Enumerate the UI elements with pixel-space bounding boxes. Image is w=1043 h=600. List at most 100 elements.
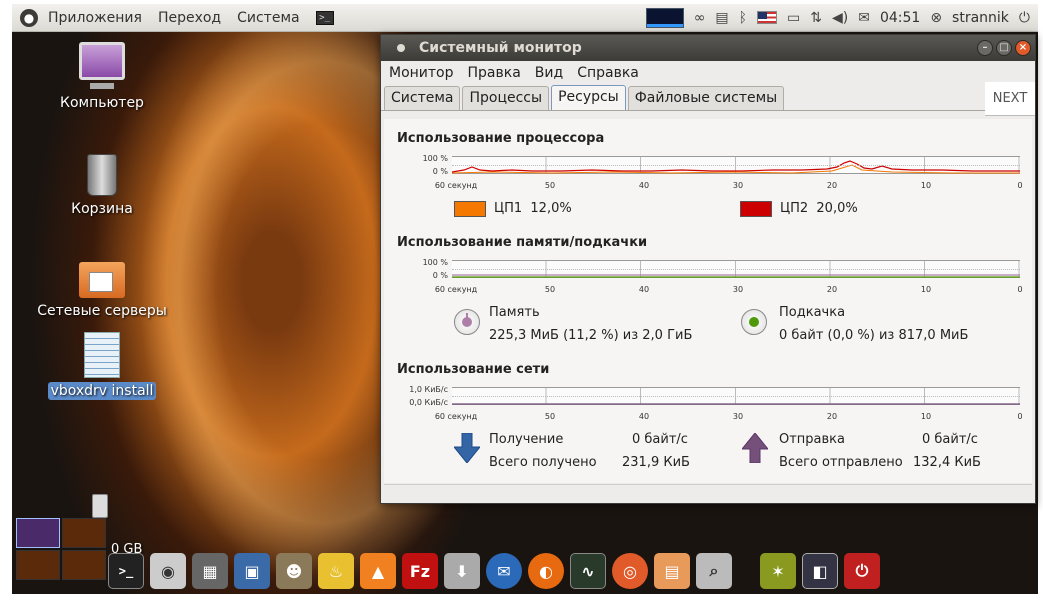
send-total: 132,4 КиБ	[913, 455, 981, 470]
menu-system[interactable]: Система	[237, 10, 299, 26]
send-arrow-icon[interactable]	[742, 433, 768, 463]
x-tick: 0	[1017, 181, 1023, 190]
x-tick: 60 секунд	[434, 285, 478, 294]
mail-icon[interactable]: ✉	[858, 10, 870, 26]
ubuntu-logo-icon[interactable]: ●	[20, 8, 38, 27]
vlc-icon[interactable]: ▲	[360, 553, 396, 589]
cpu1-label: ЦП1	[494, 201, 523, 216]
cpu-section-title: Использование процессора	[397, 131, 605, 146]
cpu1-value: 12,0%	[530, 201, 572, 216]
memory-graph-lines	[452, 274, 1020, 278]
swap-label: Подкачка	[779, 305, 846, 320]
tab-filesystems[interactable]: Файловые системы	[627, 86, 785, 110]
menu-applications[interactable]: Приложения	[48, 10, 142, 26]
cpu2-line	[452, 160, 1020, 173]
cpu2-legend: ЦП2 20,0%	[780, 201, 858, 216]
workspace-1[interactable]	[16, 518, 60, 548]
keyboard-layout-flag-icon[interactable]	[757, 11, 778, 24]
power-icon[interactable]: ⏻	[844, 553, 880, 589]
x-tick: 10	[920, 285, 932, 294]
thunderbird-icon[interactable]: ✉	[486, 553, 522, 589]
receive-arrow-icon[interactable]	[454, 433, 480, 463]
virtualbox-icon[interactable]: ▣	[234, 553, 270, 589]
user-status-icon: ⊗	[930, 9, 943, 26]
minimize-icon[interactable]: –	[977, 40, 993, 56]
gimp-icon[interactable]: ☻	[276, 553, 312, 589]
menu-help[interactable]: Справка	[577, 65, 639, 81]
battery-icon[interactable]: ▭	[787, 10, 800, 26]
glasses-icon[interactable]: ∞	[694, 10, 706, 26]
tab-system[interactable]: Система	[384, 86, 461, 110]
ubuntu-icon[interactable]: ◎	[612, 553, 648, 589]
cpu2-color-button[interactable]	[740, 201, 772, 217]
tab-resources[interactable]: Ресурсы	[551, 85, 626, 110]
memory-section-title: Использование памяти/подкачки	[397, 235, 648, 250]
clock[interactable]: 04:51	[880, 10, 920, 26]
memory-pie	[462, 313, 472, 327]
network-x-axis: 60 секунд 50 40 30 20 10 0	[432, 412, 1024, 424]
network-graph	[452, 387, 1020, 405]
photo-icon[interactable]: ✶	[760, 553, 796, 589]
filezilla-icon[interactable]: Fz	[402, 553, 438, 589]
swap-pie-icon[interactable]	[741, 309, 767, 335]
send-rate: 0 байт/с	[922, 432, 978, 447]
system-monitor-icon[interactable]: ∿	[570, 553, 606, 589]
x-tick: 0	[1017, 285, 1023, 294]
usb-drive-icon[interactable]	[92, 494, 108, 518]
maximize-icon[interactable]: □	[996, 40, 1012, 56]
next-badge[interactable]: NEXT	[985, 82, 1035, 116]
cpu1-color-button[interactable]	[454, 201, 486, 217]
window-titlebar[interactable]: Системный монитор – □ ×	[381, 35, 1035, 61]
clipboard-icon[interactable]: ▤	[715, 10, 728, 26]
menu-monitor[interactable]: Монитор	[389, 65, 454, 81]
workspace-3[interactable]: 1	[16, 550, 68, 580]
menu-places[interactable]: Переход	[158, 10, 221, 26]
menu-edit[interactable]: Правка	[468, 65, 521, 81]
menu-view[interactable]: Вид	[535, 65, 563, 81]
firefox-icon[interactable]: ◐	[528, 553, 564, 589]
window-icon[interactable]: ◧	[802, 553, 838, 589]
workspace-2[interactable]	[62, 518, 106, 548]
camera-icon[interactable]: ◉	[150, 553, 186, 589]
tab-processes[interactable]: Процессы	[462, 86, 550, 110]
cpu-graph-lines	[452, 160, 1020, 174]
network-icon[interactable]: ⇅	[810, 10, 822, 26]
network-y-top: 1,0 КиБ/с	[409, 385, 448, 394]
receive-rate: 0 байт/с	[632, 432, 688, 447]
cpu2-label: ЦП2	[780, 201, 809, 216]
network-graph-lines	[452, 403, 1020, 405]
workspace-4[interactable]	[62, 550, 106, 580]
cpu-y-top: 100 %	[422, 154, 448, 163]
x-tick: 40	[638, 181, 650, 190]
volume-icon[interactable]: ◀)	[832, 10, 848, 26]
x-tick: 40	[638, 285, 650, 294]
window-title: Системный монитор	[419, 40, 582, 56]
system-monitor-applet-icon[interactable]	[645, 7, 684, 28]
send-label: Отправка	[779, 432, 846, 447]
power-icon[interactable]: ⏻	[1019, 10, 1030, 26]
genie-lamp-icon[interactable]: ♨	[318, 553, 354, 589]
x-tick: 60 секунд	[434, 181, 478, 190]
desktop-icon-vboxdrv[interactable]: vboxdrv install	[32, 332, 172, 400]
bluetooth-icon[interactable]: ᛒ	[739, 10, 747, 26]
calculator-icon[interactable]: ▦	[192, 553, 228, 589]
installer-icon[interactable]: ⬇	[444, 553, 480, 589]
network-folder-icon	[79, 262, 125, 298]
send-total-label: Всего отправлено	[779, 455, 903, 470]
desktop-icon-network-servers[interactable]: Сетевые серверы	[32, 262, 172, 320]
user-name[interactable]: strannik	[952, 10, 1009, 26]
files-icon[interactable]: ▤	[654, 553, 690, 589]
search-icon[interactable]: ⌕	[696, 553, 732, 589]
desktop-icon-trash[interactable]: Корзина	[32, 154, 172, 218]
x-tick: 30	[732, 285, 744, 294]
cpu-y-bottom: 0 %	[432, 167, 448, 176]
memory-pie-icon[interactable]	[454, 309, 480, 335]
desktop-icon-computer[interactable]: Компьютер	[32, 42, 172, 112]
x-tick: 10	[920, 181, 932, 190]
x-tick: 50	[544, 181, 556, 190]
window-menu-icon[interactable]	[397, 44, 405, 52]
terminal-launcher-icon[interactable]: >_	[315, 10, 334, 25]
close-icon[interactable]: ×	[1015, 40, 1031, 56]
dock: >_ ◉ ▦ ▣ ☻ ♨ ▲ Fz ⬇ ✉ ◐ ∿ ◎ ▤ ⌕ ✶ ◧ ⏻	[108, 548, 948, 594]
terminal-icon[interactable]: >_	[108, 553, 144, 589]
